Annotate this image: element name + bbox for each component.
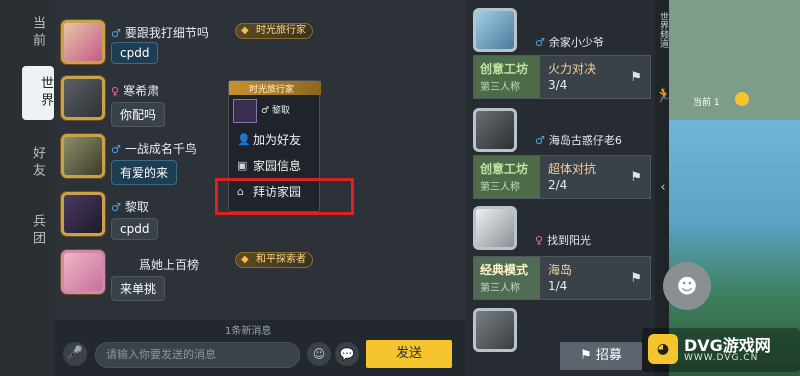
add-friend-icon: 👤 (237, 133, 251, 146)
avatar[interactable] (473, 206, 517, 250)
mode-tag: 经典模式 第三人称 (474, 257, 540, 299)
watermark-subtext: WWW.DVG.CN (684, 353, 759, 363)
message-bubble: 你配吗 (111, 102, 166, 127)
mode-name: 经典模式 (480, 263, 529, 277)
room-host-text: 海岛古惑仔老6 (548, 134, 622, 147)
room-player-count: 2/4 (548, 178, 568, 192)
room-host-name: ♂ 余家小少爷 (535, 34, 604, 50)
mode-tag: 创意工坊 第三人称 (474, 156, 540, 198)
tab-world[interactable]: 世界 (22, 66, 54, 120)
avatar[interactable] (61, 192, 105, 236)
sender-name-text: 要跟我打细节吗 (124, 26, 209, 40)
home-info-icon: ▣ (237, 159, 248, 172)
watermark-logo-icon: ◕ (648, 334, 678, 364)
avatar[interactable] (61, 134, 105, 178)
chat-bubble-icon[interactable]: 💬 (335, 342, 359, 366)
add-friend-button[interactable]: 👤 加为好友 (235, 129, 315, 151)
room-host-name: ♂ 海岛古惑仔老6 (535, 132, 622, 148)
male-icon: ♂ (535, 134, 545, 147)
home-info-button[interactable]: ▣ 家园信息 (235, 155, 315, 177)
map-pin-icon (735, 92, 749, 106)
tab-friends[interactable]: 好友 (14, 146, 46, 180)
room-map-title: 火力对决 (548, 62, 597, 76)
sender-name: ♂ 一战成名千鸟 (111, 140, 197, 157)
avatar[interactable] (473, 308, 517, 352)
sender-name-text: 一战成名千鸟 (124, 142, 197, 156)
join-flag-icon[interactable]: ⚑ (630, 70, 642, 85)
mode-name: 创意工坊 (480, 62, 529, 76)
room-player-count: 3/4 (548, 78, 568, 92)
female-icon: ♀ (111, 85, 120, 98)
recruit-label: 招募 (595, 348, 622, 363)
join-flag-icon[interactable]: ⚑ (630, 170, 642, 185)
tab-current[interactable]: 当前 (14, 16, 46, 50)
sender-name-text: 寒希肃 (123, 84, 160, 98)
female-icon: ♀ (535, 234, 544, 247)
avatar[interactable] (61, 76, 105, 120)
room-player-count: 1/4 (548, 279, 568, 293)
send-button[interactable]: 发送 (366, 340, 452, 368)
room-map-title: 超体对抗 (548, 162, 597, 176)
room-card[interactable]: 创意工坊第三人称 超体对抗 2/4 ⚑ (473, 155, 651, 199)
avatar[interactable] (61, 250, 105, 294)
new-message-indicator[interactable]: 1条新消息 (225, 322, 271, 337)
room-map-title: 海岛 (548, 263, 573, 277)
map-location-label: 当前 1 (693, 98, 720, 108)
menu-user-name: ♂ 黎取 (261, 106, 290, 116)
avatar[interactable] (473, 108, 517, 152)
male-icon: ♂ (111, 143, 121, 156)
message-bubble: 来单挑 (111, 276, 166, 301)
avatar[interactable] (61, 20, 105, 64)
chat-channel-tabs: 当前 世界 好友 兵团 (0, 0, 55, 376)
tab-legion[interactable]: 兵团 (14, 214, 46, 248)
sender-name: ♀ 寒希肃 (111, 82, 159, 99)
room-card[interactable]: 创意工坊第三人称 火力对决 3/4 ⚑ (473, 55, 651, 99)
title-badge: 和平探索者 (235, 252, 313, 268)
avatar (233, 99, 257, 123)
recruit-button[interactable]: ⚑ 招募 (560, 342, 642, 370)
mode-name: 创意工坊 (480, 162, 529, 176)
flag-icon: ⚑ (580, 348, 592, 363)
avatar[interactable] (473, 8, 517, 52)
sender-name-text: 爲她上百榜 (139, 258, 200, 272)
perspective-label: 第三人称 (480, 283, 520, 294)
sender-name-text: 黎取 (124, 200, 149, 214)
mode-tag: 创意工坊 第三人称 (474, 56, 540, 98)
menu-item-label: 家园信息 (253, 159, 302, 173)
sender-name: ♂ 黎取 (111, 198, 149, 215)
emoji-icon[interactable]: ☺ (307, 342, 331, 366)
male-icon: ♂ (535, 36, 545, 49)
male-icon: ♂ (111, 27, 121, 40)
message-bubble: 有爱的来 (111, 160, 178, 185)
sender-name: ♂ 要跟我打细节吗 (111, 24, 209, 41)
team-room-list: ♂ 余家小少爷 创意工坊 第三人称 火力对决 3/4 ⚑ ♂ 海岛古惑仔老6 创意工坊… (465, 0, 655, 376)
minimap[interactable]: 当前 1 (669, 0, 800, 120)
mic-icon[interactable]: 🎤 (63, 342, 87, 366)
message-bubble: cpdd (111, 218, 159, 240)
perspective-label: 第三人称 (480, 182, 520, 193)
sender-name: 爲她上百榜 (139, 256, 199, 273)
menu-header-text: 时光旅行家 (249, 85, 295, 95)
site-watermark: ◕ DVG游戏网 WWW.DVG.CN (642, 328, 800, 372)
perspective-label: 第三人称 (480, 82, 520, 93)
message-input[interactable]: 请输入你要发送的消息 (95, 342, 300, 368)
room-host-text: 余家小少爷 (548, 36, 604, 49)
annotation-highlight-box (215, 178, 354, 215)
menu-item-label: 加为好友 (253, 133, 302, 147)
room-host-name: ♀ 找到阳光 (535, 232, 591, 248)
room-card[interactable]: 经典模式第三人称 海岛 1/4 ⚑ (473, 256, 651, 300)
chat-panel: ♂要跟我打细节吗 cpdd 时光旅行家 ♀寒希肃 你配吗 ♂一战成名千鸟 有爱的… (55, 0, 465, 320)
message-bubble: cpdd (111, 42, 159, 64)
menu-header: 时光旅行家 (229, 81, 321, 95)
male-icon: ♂ (111, 201, 121, 214)
join-flag-icon[interactable]: ⚑ (630, 271, 642, 286)
title-badge: 时光旅行家 (235, 23, 313, 39)
room-host-text: 找到阳光 (547, 234, 592, 247)
game-scene-panel: 世界频道 🏃 ‹ 当前 1 ☻ (655, 0, 800, 376)
character-emote-icon[interactable]: ☻ (663, 262, 711, 310)
chat-input-bar: 1条新消息 🎤 请输入你要发送的消息 ☺ 💬 发送 (55, 320, 465, 376)
